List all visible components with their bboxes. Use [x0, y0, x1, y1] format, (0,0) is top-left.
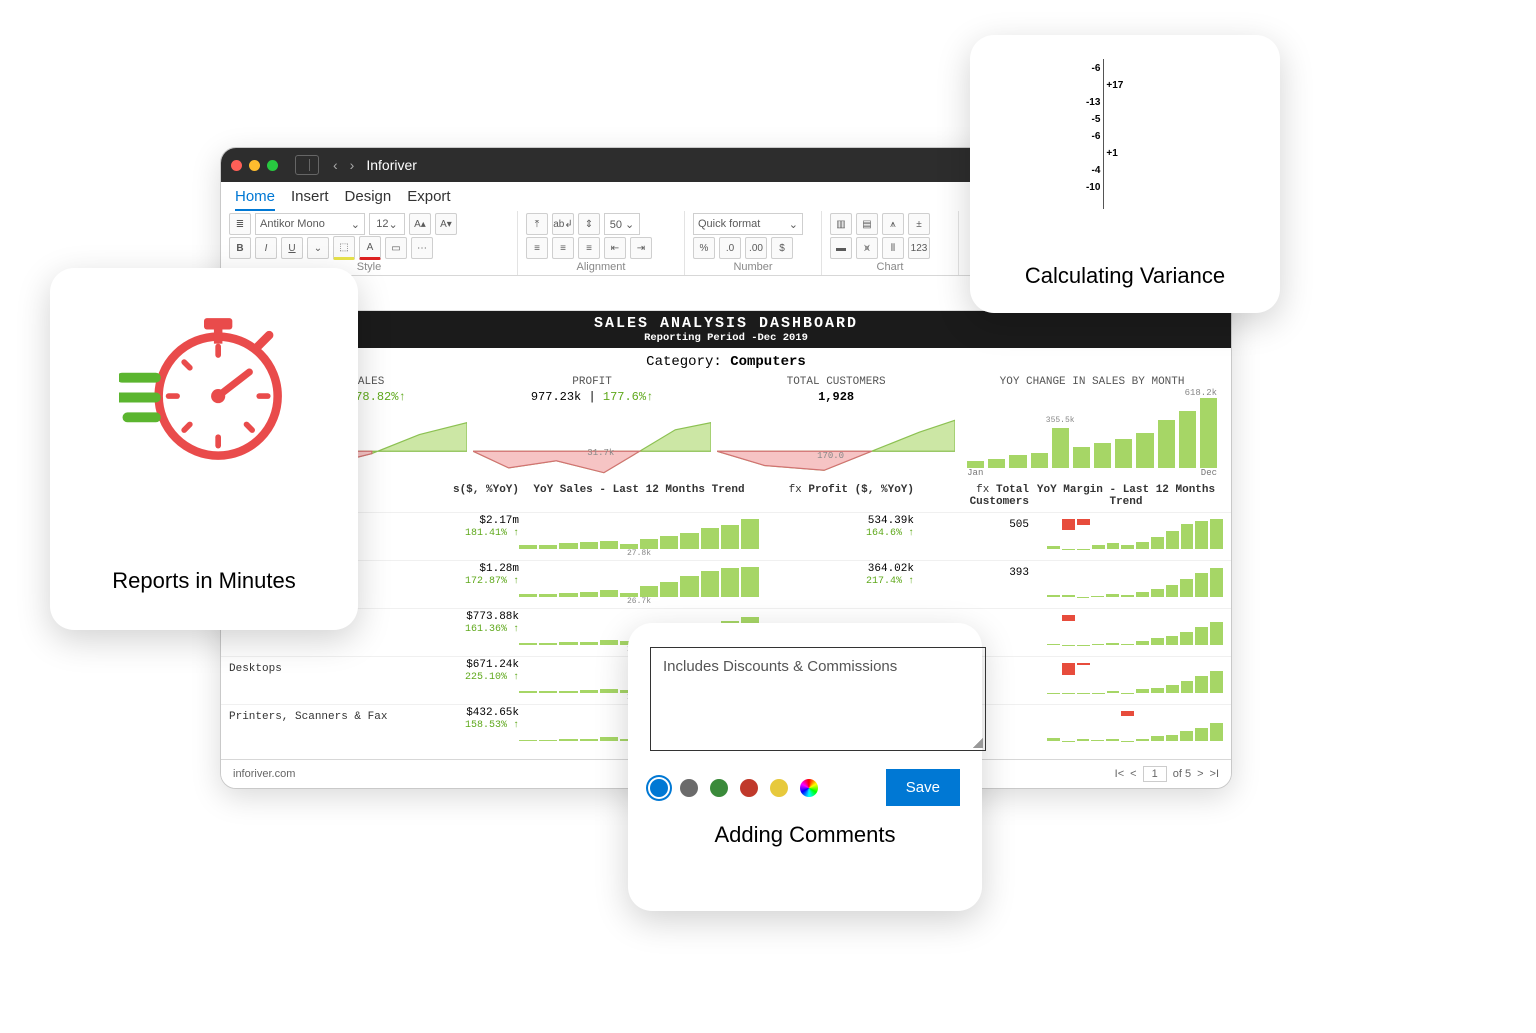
kpi-row: TOTAL SALES 5.58m | 178.82%↑ 234k PROFIT…	[221, 376, 1231, 476]
group-label-number: Number	[693, 261, 813, 273]
percent-icon[interactable]: %	[693, 237, 715, 259]
menu-design[interactable]: Design	[345, 188, 392, 211]
font-size-select[interactable]: 12 ⌄	[369, 213, 405, 235]
row-height-icon[interactable]: ⇕	[578, 213, 600, 235]
swatch-custom-color-icon[interactable]	[800, 779, 818, 797]
wrap-text-icon[interactable]: ab↲	[552, 213, 574, 235]
sparkline-margin	[1047, 659, 1223, 693]
more-style-icon[interactable]: ⋯	[411, 237, 433, 259]
bar-chart-icon[interactable]: ▥	[830, 213, 852, 235]
align-center-icon[interactable]: ≡	[552, 237, 574, 259]
sparkline-sales	[519, 563, 759, 597]
maximize-dot[interactable]	[267, 160, 278, 171]
hierarchy-icon[interactable]: ≣	[229, 213, 251, 235]
pager-last-icon[interactable]: >I	[1210, 768, 1219, 780]
chevron-left-icon[interactable]: ‹	[333, 157, 338, 173]
row-height-value[interactable]: 50 ⌄	[604, 213, 640, 235]
pager-next-icon[interactable]: >	[1197, 768, 1203, 780]
spark-chart-icon[interactable]: ⩙	[856, 237, 878, 259]
bold-icon[interactable]: B	[229, 237, 251, 259]
pager: I< < 1 of 5 > >I	[1115, 766, 1219, 782]
dropdown-style-icon[interactable]: ⌄	[307, 237, 329, 259]
card-calculating-variance: -6+17-13-5-6+1-4-10 Calculating Variance	[970, 35, 1280, 313]
number-chart-icon[interactable]: 123	[908, 237, 930, 259]
menu-insert[interactable]: Insert	[291, 188, 329, 211]
pager-total: of 5	[1173, 768, 1191, 780]
category-line: Category: Computers	[221, 348, 1231, 376]
align-top-icon[interactable]: ⤒	[526, 213, 548, 235]
stack-chart-icon[interactable]: ▤	[856, 213, 878, 235]
table-header: s($, %YoY) YoY Sales - Last 12 Months Tr…	[221, 476, 1231, 512]
sparkline-margin	[1047, 563, 1223, 597]
card-caption: Reports in Minutes	[112, 568, 295, 594]
swatch-red[interactable]	[740, 779, 758, 797]
align-left-icon[interactable]: ≡	[526, 237, 548, 259]
chevron-right-icon[interactable]: ›	[350, 157, 355, 173]
group-label-chart: Chart	[830, 261, 950, 273]
variance-tornado-chart: -6+17-13-5-6+1-4-10	[990, 59, 1260, 209]
swatch-blue[interactable]	[650, 779, 668, 797]
save-button[interactable]: Save	[886, 769, 960, 806]
minimize-dot[interactable]	[249, 160, 260, 171]
kpi-profit: PROFIT 977.23k | 177.6%↑ 31.7k	[473, 376, 711, 476]
card-caption: Adding Comments	[650, 822, 960, 848]
decimal-more-icon[interactable]: .00	[745, 237, 767, 259]
card-adding-comments: Includes Discounts & Commissions Save Ad…	[628, 623, 982, 911]
line-chart-icon[interactable]: ⩚	[882, 213, 904, 235]
decrease-font-icon[interactable]: A▾	[435, 213, 457, 235]
pager-prev-icon[interactable]: <	[1130, 768, 1136, 780]
card-caption: Calculating Variance	[990, 263, 1260, 289]
comment-textarea[interactable]: Includes Discounts & Commissions	[650, 647, 986, 751]
pager-current[interactable]: 1	[1143, 766, 1167, 782]
group-label-alignment: Alignment	[526, 261, 676, 273]
sparkline-margin	[1047, 611, 1223, 645]
bar-spark-icon[interactable]: ⫴	[882, 237, 904, 259]
status-url: inforiver.com	[233, 768, 295, 780]
kpi-customers: TOTAL CUSTOMERS 1,928 170.0	[717, 376, 955, 476]
color-swatches: Save	[650, 769, 960, 806]
dashboard-header: SALES ANALYSIS DASHBOARD Reporting Perio…	[221, 311, 1231, 348]
menu-home[interactable]: Home	[235, 188, 275, 211]
border-icon[interactable]: ▭	[385, 237, 407, 259]
dashboard-title: SALES ANALYSIS DASHBOARD	[221, 315, 1231, 332]
swatch-grey[interactable]	[680, 779, 698, 797]
sparkline-sales	[519, 515, 759, 549]
align-right-icon[interactable]: ≡	[578, 237, 600, 259]
font-family-select[interactable]: Antikor Mono⌄	[255, 213, 365, 235]
dashboard-period: Reporting Period -Dec 2019	[221, 332, 1231, 344]
variance-chart-icon[interactable]: ±	[908, 213, 930, 235]
sparkline-margin	[1047, 707, 1223, 741]
sidebar-toggle-icon[interactable]	[295, 155, 319, 175]
fill-color-icon[interactable]: ⬚	[333, 236, 355, 260]
swatch-yellow[interactable]	[770, 779, 788, 797]
increase-font-icon[interactable]: A▴	[409, 213, 431, 235]
swatch-green[interactable]	[710, 779, 728, 797]
outdent-icon[interactable]: ⇥	[630, 237, 652, 259]
underline-icon[interactable]: U	[281, 237, 303, 259]
card-reports-in-minutes: Reports in Minutes	[50, 268, 358, 630]
quick-format-select[interactable]: Quick format⌄	[693, 213, 803, 235]
app-title: Inforiver	[366, 157, 417, 173]
bullet-chart-icon[interactable]: ▬	[830, 237, 852, 259]
decimal-less-icon[interactable]: .0	[719, 237, 741, 259]
indent-icon[interactable]: ⇤	[604, 237, 626, 259]
currency-icon[interactable]: $	[771, 237, 793, 259]
italic-icon[interactable]: I	[255, 237, 277, 259]
kpi-yoy-change: YOY CHANGE IN SALES BY MONTH 618.2k 355.…	[961, 376, 1223, 476]
stopwatch-icon	[119, 304, 289, 479]
pager-first-icon[interactable]: I<	[1115, 768, 1124, 780]
table-row: Laptops$1.28m172.87% ↑26.7k364.02k217.4%…	[221, 560, 1231, 608]
sparkline-margin	[1047, 515, 1223, 549]
font-color-icon[interactable]: A	[359, 236, 381, 260]
close-dot[interactable]	[231, 160, 242, 171]
table-row: Screens$2.17m181.41% ↑27.8k534.39k164.6%…	[221, 512, 1231, 560]
menu-export[interactable]: Export	[407, 188, 450, 211]
